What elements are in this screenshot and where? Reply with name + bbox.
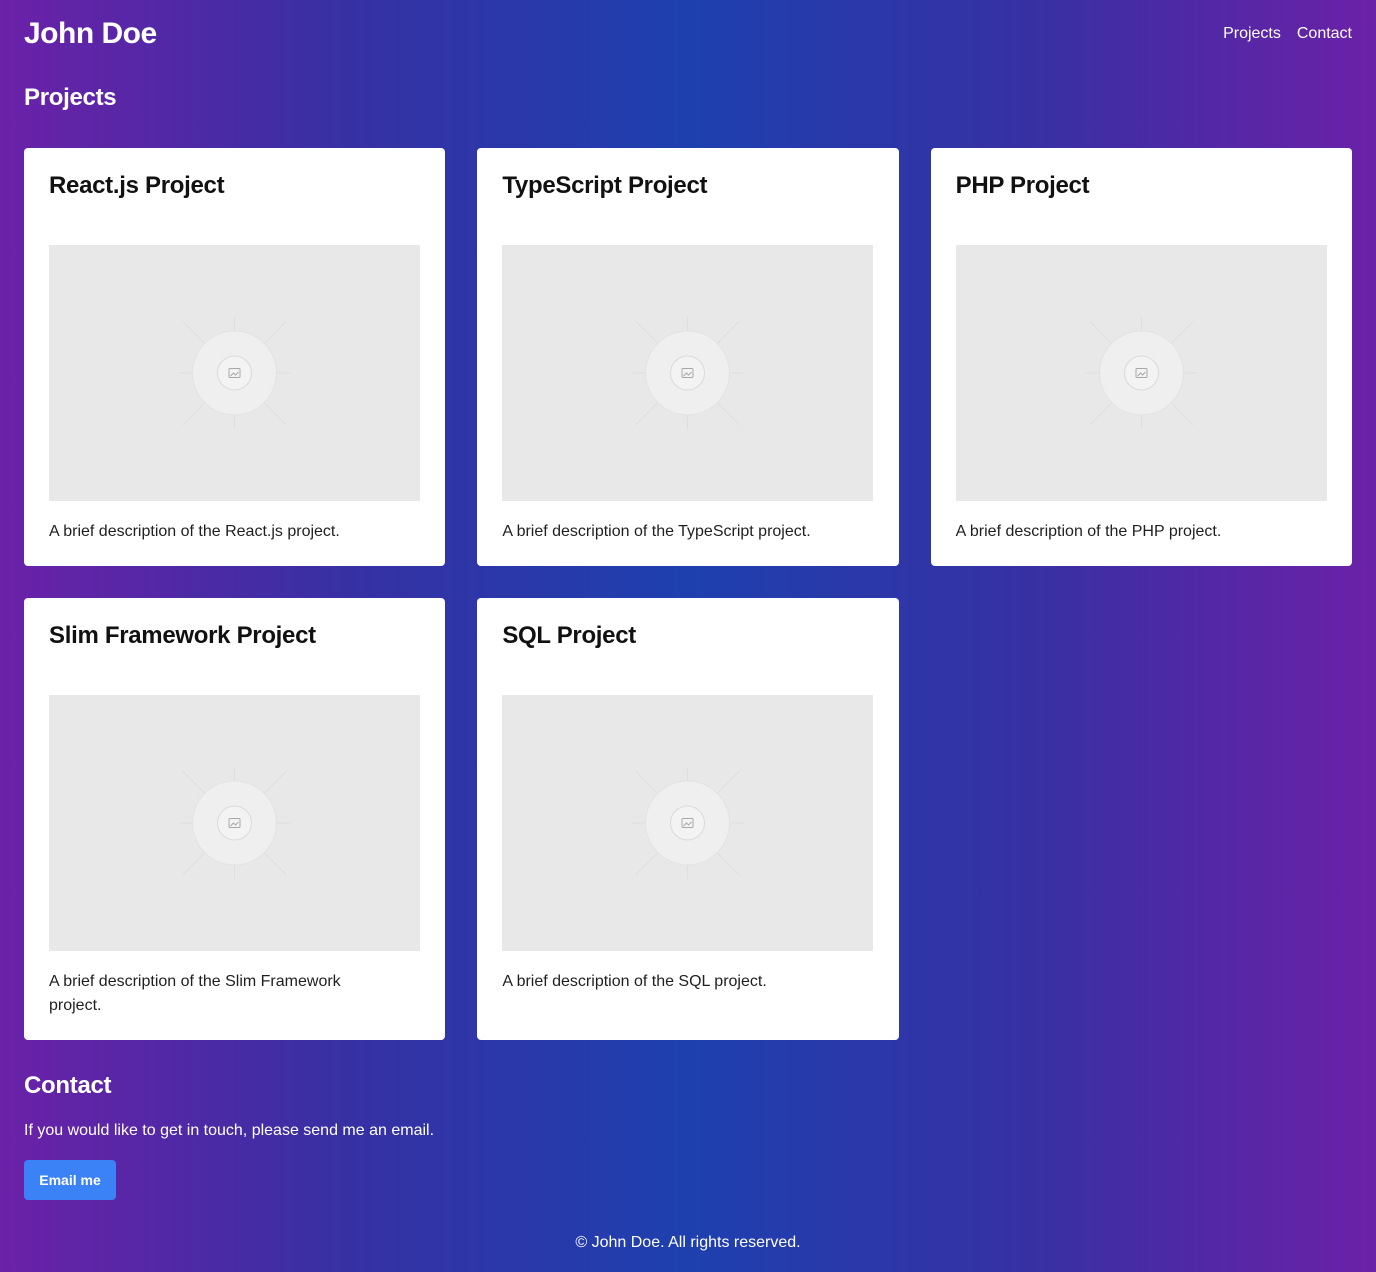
site-brand[interactable]: John Doe <box>24 17 157 51</box>
projects-grid: React.js Project A brief description of … <box>24 148 1352 1040</box>
project-image <box>49 245 420 501</box>
project-image <box>49 695 420 951</box>
email-me-button[interactable]: Email me <box>24 1160 116 1200</box>
contact-heading: Contact <box>24 1072 112 1099</box>
project-description: A brief description of the SQL project. <box>502 973 767 990</box>
site-footer: © John Doe. All rights reserved. <box>575 1234 801 1251</box>
project-title: Slim Framework Project <box>49 622 316 649</box>
contact-text: If you would like to get in touch, pleas… <box>24 1122 435 1139</box>
project-card: SQL Project A brief description of the S… <box>477 598 899 1040</box>
project-image <box>502 245 874 501</box>
project-description: A brief description of the React.js proj… <box>49 523 340 540</box>
project-title: SQL Project <box>502 622 636 649</box>
project-card: TypeScript Project A brief description o… <box>477 148 899 566</box>
main-nav: Projects Contact <box>1223 25 1352 43</box>
project-title: PHP Project <box>955 172 1090 199</box>
project-description: A brief description of the TypeScript pr… <box>502 523 811 540</box>
project-image <box>502 695 874 951</box>
project-title: TypeScript Project <box>502 172 708 199</box>
project-image <box>955 245 1327 501</box>
project-card: Slim Framework Project A brief descripti… <box>24 598 446 1040</box>
projects-heading: Projects <box>24 84 117 111</box>
project-description: A brief description of the PHP project. <box>955 523 1222 540</box>
project-card: React.js Project A brief description of … <box>24 148 446 566</box>
site-header: John Doe Projects Contact <box>24 14 1352 54</box>
nav-link-contact[interactable]: Contact <box>1297 25 1352 43</box>
nav-link-projects[interactable]: Projects <box>1223 25 1281 43</box>
project-card: PHP Project A brief description of the P… <box>930 148 1352 566</box>
project-description: A brief description of the Slim Framewor… <box>49 973 341 1014</box>
project-title: React.js Project <box>49 172 225 199</box>
